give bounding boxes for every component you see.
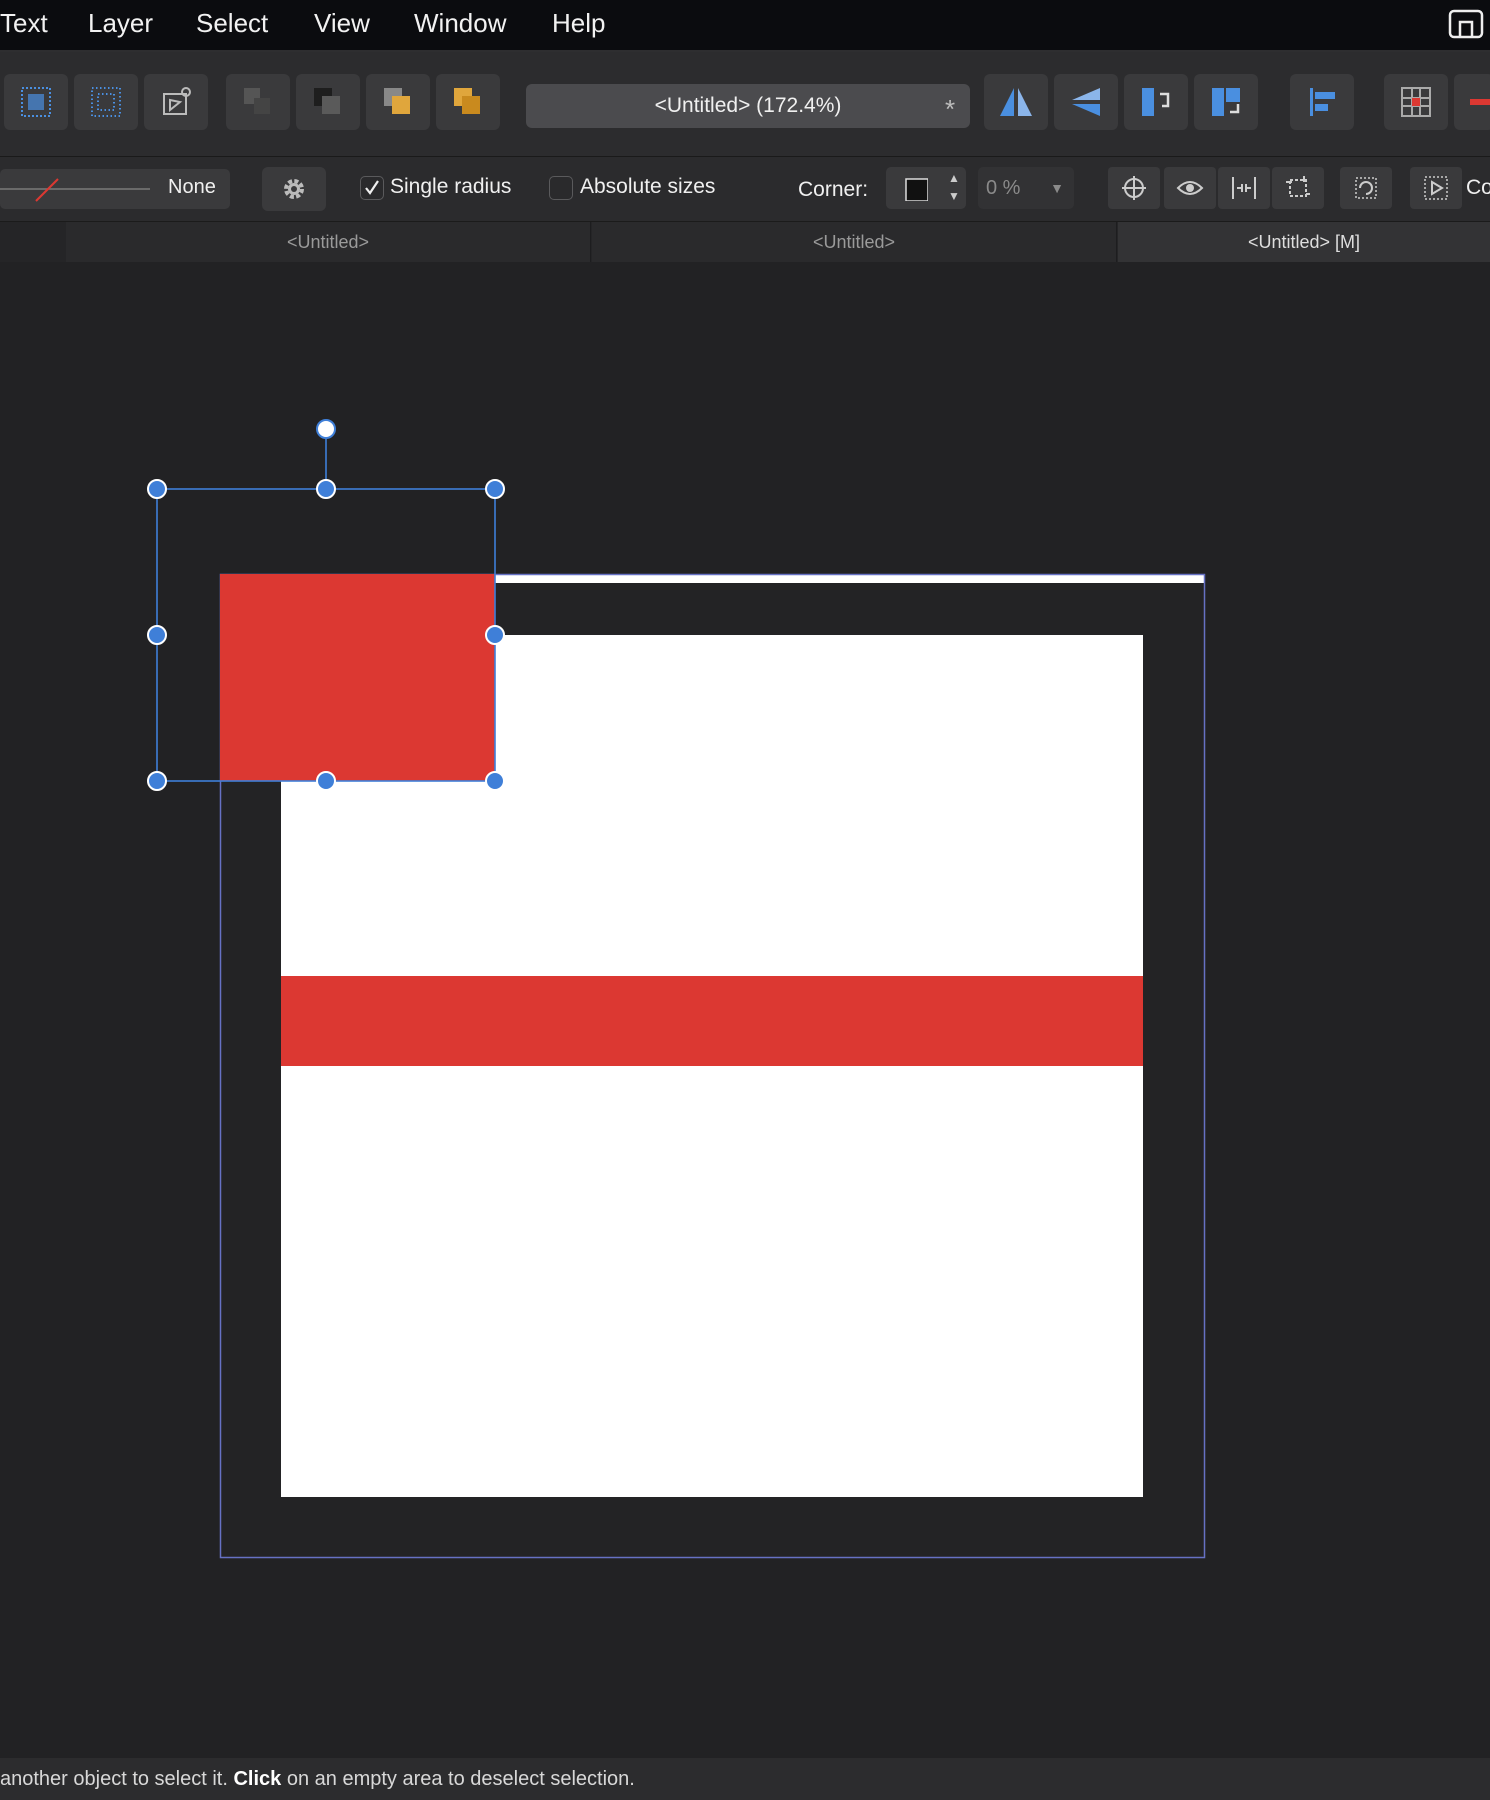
move-backward-button[interactable] [296, 74, 360, 130]
play-frame-button[interactable] [1410, 167, 1462, 209]
absolute-sizes-label: Absolute sizes [580, 175, 716, 198]
document-title: <Untitled> (172.4%) [654, 94, 842, 117]
flip-horizontal-icon [1000, 88, 1032, 116]
menu-layer[interactable]: Layer [88, 0, 153, 50]
align-left-icon [1310, 88, 1335, 116]
snapping-toggle-button[interactable] [1454, 74, 1490, 130]
gear-icon [284, 179, 304, 199]
corner-amount-value: 0 % [986, 177, 1021, 199]
status-bar: another object to select it. Click on an… [0, 1758, 1490, 1800]
handle-top-right[interactable] [485, 479, 505, 499]
rotation-handle[interactable] [316, 419, 336, 439]
rotate-right-icon [1212, 88, 1240, 116]
play-frame-icon [1424, 176, 1448, 200]
menu-select[interactable]: Select [196, 0, 268, 50]
rotate-left-icon [1142, 88, 1170, 116]
line-preview-icon [0, 178, 150, 202]
rotate-icon [1355, 177, 1377, 199]
truncated-toolbar-label: Co [1466, 176, 1490, 199]
handle-top-left[interactable] [147, 479, 167, 499]
flip-vertical-icon [1072, 88, 1100, 116]
dotted-box-icon [91, 87, 121, 117]
rotate-left-button[interactable] [1124, 74, 1188, 130]
rotate-right-button[interactable] [1194, 74, 1258, 130]
distribute-icon [1232, 177, 1256, 199]
crosshair-icon [1122, 176, 1146, 200]
move-to-back-button[interactable] [226, 74, 290, 130]
red-bar-icon [1470, 99, 1490, 105]
move-backward-icon [314, 88, 340, 114]
align-left-button[interactable] [1290, 74, 1354, 130]
single-radius-label: Single radius [390, 175, 512, 198]
status-text-1: another object to select it. [0, 1768, 234, 1790]
absolute-sizes-checkbox[interactable] [549, 176, 573, 200]
document-tab-3-active[interactable]: <Untitled> [M] [1118, 222, 1490, 262]
document-tab-bar: <Untitled> <Untitled> <Untitled> [M] [0, 222, 1490, 262]
grid-options-button[interactable] [1384, 74, 1448, 130]
dropdown-arrow-icon: ▼ [1050, 180, 1064, 196]
move-back-icon [244, 88, 270, 114]
status-click-bold: Click [233, 1768, 282, 1790]
grid-red-icon [1401, 87, 1431, 117]
move-to-front-button[interactable] [436, 74, 500, 130]
snap-grid-button[interactable] [4, 74, 68, 130]
handle-left[interactable] [147, 625, 167, 645]
transform-icon [163, 87, 191, 115]
corner-type-selector[interactable]: ▲ ▼ [886, 167, 966, 209]
snap-dotted-button[interactable] [74, 74, 138, 130]
single-radius-checkbox[interactable] [360, 176, 384, 200]
flip-vertical-button[interactable] [1054, 74, 1118, 130]
rotate-reset-button[interactable] [1340, 167, 1392, 209]
handle-bottom[interactable] [316, 771, 336, 791]
dot-grid-icon [21, 87, 51, 117]
transform-button[interactable] [144, 74, 208, 130]
menu-text[interactable]: Text [0, 0, 48, 50]
corner-square-icon [905, 178, 928, 201]
bounding-box-icon [1286, 176, 1310, 197]
modified-asterisk-icon: * [944, 94, 956, 124]
red-band[interactable] [281, 976, 1143, 1066]
checkmark-icon [365, 180, 379, 195]
handle-top[interactable] [316, 479, 336, 499]
menu-bar: Text Layer Select View Window Help [0, 0, 1490, 52]
settings-button[interactable] [262, 167, 326, 211]
move-forward-icon [384, 88, 410, 114]
corner-amount-field[interactable]: 0 % ▼ [978, 167, 1074, 209]
eye-icon [1176, 181, 1204, 195]
distribute-button[interactable] [1218, 167, 1270, 209]
handle-bottom-left[interactable] [147, 771, 167, 791]
handle-bottom-right[interactable] [485, 771, 505, 791]
selected-red-rectangle[interactable] [220, 574, 495, 781]
corner-label: Corner: [798, 178, 869, 201]
preview-button[interactable] [1164, 167, 1216, 209]
move-forward-button[interactable] [366, 74, 430, 130]
transform-origin-button[interactable] [1272, 167, 1324, 209]
status-text-2: on an empty area to deselect selection. [281, 1768, 635, 1790]
canvas-artwork [147, 419, 1206, 1559]
menu-help[interactable]: Help [552, 0, 605, 50]
move-front-icon [454, 88, 480, 114]
menu-view[interactable]: View [314, 0, 370, 50]
document-title-field[interactable]: <Untitled> (172.4%) * [526, 84, 970, 128]
flip-horizontal-button[interactable] [984, 74, 1048, 130]
document-tab-2[interactable]: <Untitled> [592, 222, 1117, 262]
document-tab-1[interactable]: <Untitled> [66, 222, 591, 262]
stepper-arrows-icon[interactable]: ▲ ▼ [948, 169, 960, 205]
handle-right[interactable] [485, 625, 505, 645]
menu-window[interactable]: Window [414, 0, 506, 50]
line-style-value: None [168, 176, 216, 198]
screen-share-icon[interactable] [1448, 8, 1484, 40]
anchor-point-button[interactable] [1108, 167, 1160, 209]
